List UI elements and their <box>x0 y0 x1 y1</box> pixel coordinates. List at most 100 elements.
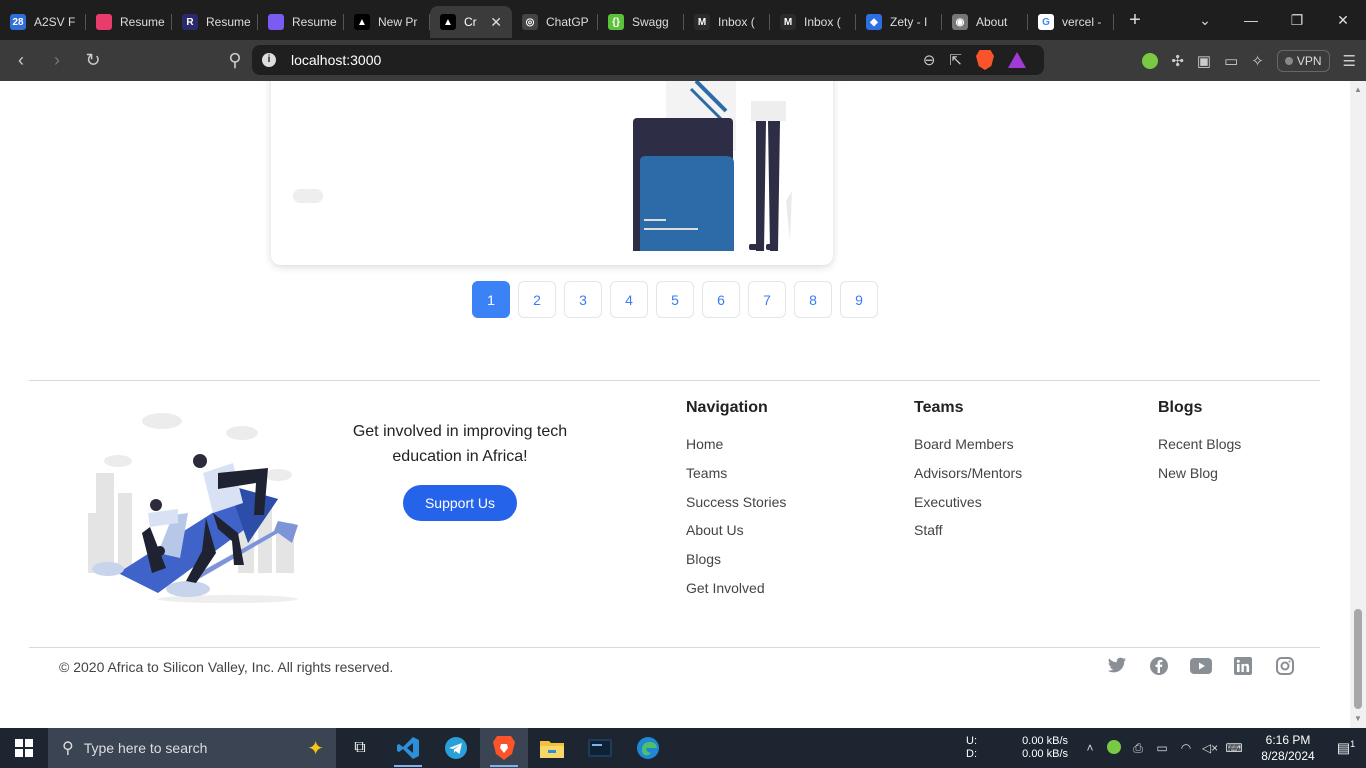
extension-icon[interactable] <box>1142 52 1159 69</box>
browser-tab[interactable]: M Inbox ( <box>770 6 856 38</box>
chevron-up-icon[interactable]: ˄ <box>1078 741 1102 755</box>
instagram-icon[interactable] <box>1274 655 1296 677</box>
linkedin-icon[interactable] <box>1232 655 1254 677</box>
restore-icon[interactable]: ❐ <box>1274 12 1320 29</box>
page-button-6[interactable]: 6 <box>702 281 740 318</box>
notifications-icon[interactable]: ▤1 <box>1326 739 1366 757</box>
footer-link-about-us[interactable]: About Us <box>686 521 786 550</box>
page-button-1[interactable]: 1 <box>472 281 510 318</box>
brave-rewards-icon[interactable] <box>1008 52 1026 68</box>
tab-search-icon[interactable]: ⌄ <box>1182 12 1228 29</box>
task-view-icon[interactable]: ⧉ <box>336 728 384 768</box>
footer-link-recent-blogs[interactable]: Recent Blogs <box>1158 435 1241 464</box>
taskbar-search-box[interactable]: ⚲ Type here to search ✦ <box>48 728 336 768</box>
tab-title: Inbox ( <box>804 15 841 29</box>
document-illustration <box>633 81 792 251</box>
share-icon[interactable]: ⇱ <box>949 51 962 69</box>
page-button-7[interactable]: 7 <box>748 281 786 318</box>
footer-link-advisors-mentors[interactable]: Advisors/Mentors <box>914 464 1022 493</box>
browser-tab[interactable]: R Resume <box>172 6 258 38</box>
site-info-icon[interactable]: i <box>262 53 276 67</box>
browser-tab[interactable]: Resume <box>258 6 344 38</box>
wifi-icon[interactable]: ◠ <box>1174 741 1198 755</box>
vercel-icon: ▲ <box>440 14 456 30</box>
page-button-8[interactable]: 8 <box>794 281 832 318</box>
browser-tab[interactable]: ▲ Cr ✕ <box>430 6 512 38</box>
footer-link-staff[interactable]: Staff <box>914 521 1022 550</box>
windows-taskbar: ⚲ Type here to search ✦ ⧉ U: D: 0.00 kB/… <box>0 728 1366 768</box>
edge-icon[interactable] <box>624 728 672 768</box>
gmail-icon: M <box>780 14 796 30</box>
browser-tab[interactable]: ◉ About <box>942 6 1028 38</box>
page-button-9[interactable]: 9 <box>840 281 878 318</box>
tray-app-icon[interactable] <box>1102 739 1126 757</box>
footer-link-executives[interactable]: Executives <box>914 493 1022 522</box>
vpn-button[interactable]: VPN <box>1276 49 1330 72</box>
close-window-icon[interactable]: ✕ <box>1320 12 1366 29</box>
footer-link-new-blog[interactable]: New Blog <box>1158 464 1241 493</box>
youtube-icon[interactable] <box>1190 655 1212 677</box>
tab-title: New Pr <box>378 15 418 29</box>
menu-icon[interactable]: ☰ <box>1343 52 1356 70</box>
browser-tab[interactable]: ◆ Zety - I <box>856 6 942 38</box>
browser-tab[interactable]: {} Swagg <box>598 6 684 38</box>
tray-device-icon[interactable]: ⎙ <box>1126 741 1150 756</box>
address-bar[interactable]: i localhost:3000 ⊖ ⇱ <box>252 45 1044 75</box>
footer-link-blogs[interactable]: Blogs <box>686 550 786 579</box>
page-scrollbar[interactable]: ▲ ▼ <box>1350 81 1366 728</box>
footer-link-get-involved[interactable]: Get Involved <box>686 579 786 608</box>
tab-title: Resume <box>292 15 337 29</box>
volume-icon[interactable]: ◁× <box>1198 741 1222 755</box>
minimize-icon[interactable]: — <box>1228 12 1274 28</box>
scroll-up-icon[interactable]: ▲ <box>1354 85 1362 94</box>
pagination: 123456789 <box>472 281 878 318</box>
scroll-down-icon[interactable]: ▼ <box>1354 714 1362 723</box>
leo-ai-icon[interactable]: ✧ <box>1251 52 1264 70</box>
footer-link-board-members[interactable]: Board Members <box>914 435 1022 464</box>
url-text[interactable]: localhost:3000 <box>291 52 381 68</box>
brave-browser-icon[interactable] <box>480 728 528 768</box>
mysql-workbench-icon[interactable] <box>576 728 624 768</box>
forward-icon[interactable]: › <box>42 50 72 71</box>
zety-icon: ◆ <box>866 14 882 30</box>
twitter-icon[interactable] <box>1106 655 1128 677</box>
sparkle-icon: ✦ <box>307 738 324 760</box>
back-icon[interactable]: ‹ <box>6 50 36 71</box>
browser-tab[interactable]: Gvercel - <box>1028 6 1114 38</box>
footer-link-teams[interactable]: Teams <box>686 464 786 493</box>
browser-tab-bar: 28 A2SV F Resume R Resume Resume ▲ New Pr ▲ Cr ✕ ◎ C… <box>0 0 1366 40</box>
battery-icon[interactable]: ▭ <box>1150 741 1174 755</box>
browser-tab[interactable]: ◎ ChatGP <box>512 6 598 38</box>
brave-shields-icon[interactable] <box>976 50 994 70</box>
gmail-icon: M <box>694 14 710 30</box>
page-button-3[interactable]: 3 <box>564 281 602 318</box>
close-tab-icon[interactable]: ✕ <box>490 14 502 31</box>
browser-tab[interactable]: 28 A2SV F <box>0 6 86 38</box>
page-button-4[interactable]: 4 <box>610 281 648 318</box>
new-tab-icon[interactable]: + <box>1120 9 1150 32</box>
bookmark-icon[interactable]: ⚲ <box>220 50 250 71</box>
reload-icon[interactable]: ↻ <box>78 50 108 71</box>
browser-tab[interactable]: ▲ New Pr <box>344 6 430 38</box>
scrollbar-thumb[interactable] <box>1354 609 1362 709</box>
start-button[interactable] <box>0 728 48 768</box>
footer-link-success-stories[interactable]: Success Stories <box>686 493 786 522</box>
telegram-icon[interactable] <box>432 728 480 768</box>
extensions-puzzle-icon[interactable]: ✣ <box>1171 52 1184 70</box>
blog-card[interactable] <box>271 81 833 265</box>
footer-link-home[interactable]: Home <box>686 435 786 464</box>
file-explorer-icon[interactable] <box>528 728 576 768</box>
browser-tab[interactable]: M Inbox ( <box>684 6 770 38</box>
sidebar-icon[interactable]: ▣ <box>1197 52 1211 70</box>
facebook-icon[interactable] <box>1148 655 1170 677</box>
browser-tab[interactable]: Resume <box>86 6 172 38</box>
page-button-5[interactable]: 5 <box>656 281 694 318</box>
system-clock[interactable]: 6:16 PM 8/28/2024 <box>1250 732 1326 764</box>
support-us-button[interactable]: Support Us <box>403 485 517 521</box>
vscode-icon[interactable] <box>384 728 432 768</box>
page-button-2[interactable]: 2 <box>518 281 556 318</box>
zoom-icon[interactable]: ⊖ <box>923 51 936 69</box>
keyboard-icon[interactable]: ⌨ <box>1222 741 1246 755</box>
wallet-icon[interactable]: ▭ <box>1224 52 1238 70</box>
resume-shield-icon <box>268 14 284 30</box>
